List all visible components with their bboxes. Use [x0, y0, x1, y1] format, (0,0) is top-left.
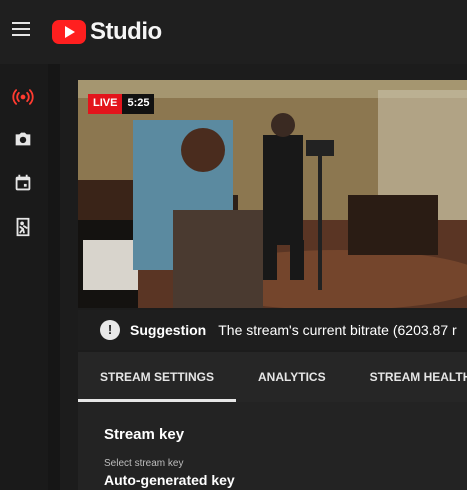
suggestion-label: Suggestion	[130, 322, 207, 338]
stream-preview[interactable]	[78, 80, 467, 308]
stream-key-label: Select stream key	[104, 458, 184, 469]
live-timer: 5:25	[122, 94, 155, 114]
stream-settings-panel: Stream key Select stream key Auto-genera…	[78, 402, 467, 490]
suggestion-banner[interactable]: ! Suggestion The stream's current bitrat…	[78, 310, 467, 350]
left-sidebar	[0, 64, 48, 490]
stream-key-select[interactable]: Auto-generated key	[104, 472, 235, 488]
suggestion-message: The stream's current bitrate (6203.87 r	[218, 322, 457, 338]
tab-analytics[interactable]: ANALYTICS	[236, 352, 348, 402]
calendar-icon[interactable]	[12, 172, 34, 194]
panel-gutter	[48, 64, 60, 490]
tab-bar: STREAM SETTINGS ANALYTICS STREAM HEALTH	[78, 352, 467, 402]
live-label: LIVE	[88, 94, 123, 114]
live-broadcast-icon[interactable]	[12, 86, 34, 108]
youtube-studio-logo[interactable]: Studio	[52, 18, 162, 46]
logo-text: Studio	[90, 18, 162, 45]
top-bar: Studio	[0, 0, 467, 64]
youtube-play-icon	[52, 20, 86, 44]
hamburger-menu-icon[interactable]	[12, 22, 30, 36]
stream-preview-scene	[78, 80, 467, 308]
info-icon: !	[100, 320, 120, 340]
section-title: Stream key	[104, 426, 185, 443]
tab-stream-health[interactable]: STREAM HEALTH	[348, 352, 467, 402]
camera-icon[interactable]	[12, 128, 34, 150]
stream-import-icon[interactable]	[12, 216, 34, 238]
live-badge: LIVE 5:25	[88, 94, 155, 114]
tab-stream-settings[interactable]: STREAM SETTINGS	[78, 352, 237, 402]
